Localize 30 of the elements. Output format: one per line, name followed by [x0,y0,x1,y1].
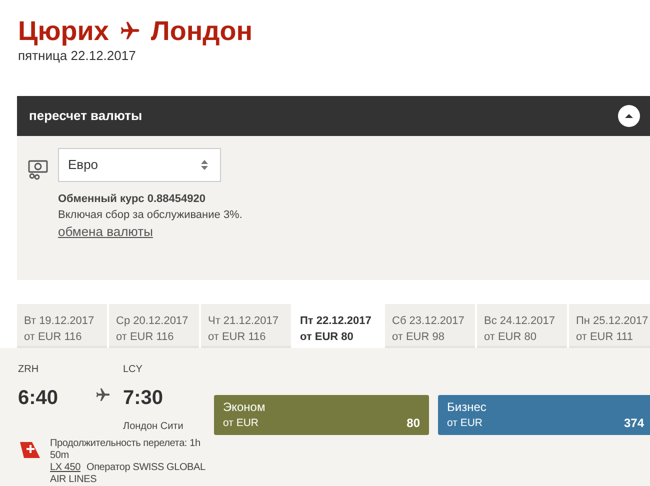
date-tab[interactable]: Чт 21.12.2017 от EUR 116 [201,304,291,348]
service-fee-note: Включая сбор за обслуживание 3%. [58,208,242,223]
flight-date: пятница 22.12.2017 [18,48,137,64]
currency-select[interactable]: Евро [58,148,221,182]
fare-card[interactable]: Бизнес от EUR 374 [438,395,650,435]
plane-icon [95,387,111,403]
panel-title: пересчет валюты [29,106,142,125]
currency-exchange-link[interactable]: обмена валюты [58,222,153,241]
origin-city: Цюрих [18,15,109,48]
arrival-city: Лондон Сити [123,420,184,434]
airline-logo-icon [18,440,42,460]
destination-city: Лондон [150,15,253,48]
date-tab[interactable]: Вт 19.12.2017 от EUR 116 [17,304,107,348]
flight-duration: Продолжительность перелета: 1h 50m [50,438,202,462]
arrival-time: 7:30 [123,386,164,411]
sort-arrows-icon [201,158,208,171]
exchange-rate: Обменный курс 0.88454920 [58,192,206,207]
date-tab[interactable]: Пн 25.12.2017 от EUR 111 [569,304,650,348]
currency-exchange-icon [27,158,49,180]
plane-icon [118,20,141,42]
fare-card[interactable]: Эконом от EUR 80 [214,395,429,435]
departure-code: ZRH [18,363,40,377]
date-tab[interactable]: Вс 24.12.2017 от EUR 80 [477,304,567,348]
collapse-button[interactable] [618,104,640,127]
flight-number-link[interactable]: LX 450 [50,462,80,473]
date-tab[interactable]: Сб 23.12.2017 от EUR 98 [385,304,475,348]
flight-info: LX 450 Оператор SWISS GLOBAL AIR LINES [50,462,206,486]
arrival-code: LCY [123,363,144,377]
departure-time: 6:40 [18,386,60,411]
date-tab[interactable]: Ср 20.12.2017 от EUR 116 [109,304,199,348]
